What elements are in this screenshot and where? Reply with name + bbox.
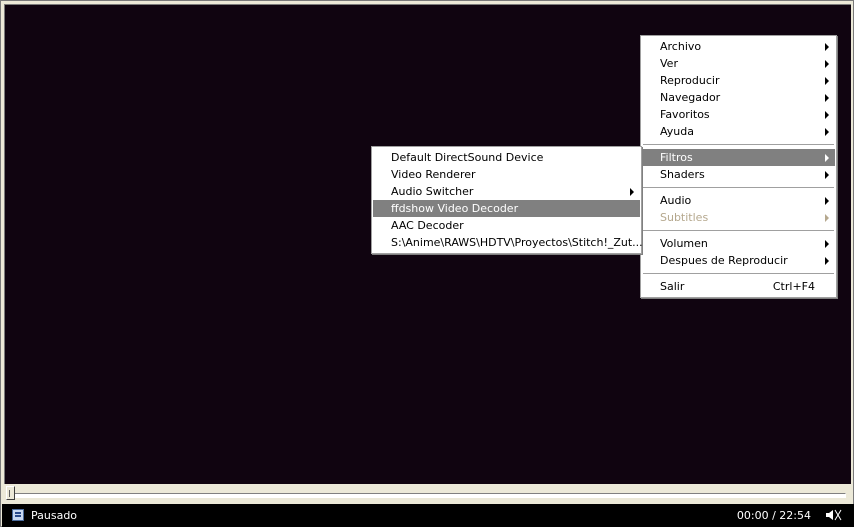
menu-item-label: Ayuda <box>660 125 694 138</box>
submenu-arrow-icon <box>825 257 829 265</box>
menu-item-archivo[interactable]: Archivo <box>642 38 835 55</box>
menu-item-reproducir[interactable]: Reproducir <box>642 72 835 89</box>
submenu-arrow-icon <box>825 197 829 205</box>
menu-item-salir[interactable]: Salir Ctrl+F4 <box>642 278 835 295</box>
menu-item-label: Filtros <box>660 151 693 164</box>
filter-item-aac-decoder[interactable]: AAC Decoder <box>373 217 640 234</box>
menu-item-label: Archivo <box>660 40 702 53</box>
submenu-arrow-icon <box>825 214 829 222</box>
menu-item-shaders[interactable]: Shaders <box>642 166 835 183</box>
menu-item-despues-de-reproducir[interactable]: Despues de Reproducir <box>642 252 835 269</box>
submenu-arrow-icon <box>825 154 829 162</box>
submenu-arrow-icon <box>825 77 829 85</box>
menu-item-label: Salir <box>660 280 685 293</box>
menu-item-volumen[interactable]: Volumen <box>642 235 835 252</box>
context-menu: Archivo Ver Reproducir Navegador Favoritos Ay… <box>640 35 837 298</box>
menu-item-label: Volumen <box>660 237 708 250</box>
menu-item-ayuda[interactable]: Ayuda <box>642 123 835 140</box>
menu-item-label: Audio Switcher <box>391 185 474 198</box>
menu-separator <box>642 269 835 278</box>
menu-item-filtros[interactable]: Filtros <box>642 149 835 166</box>
menu-item-label: Reproducir <box>660 74 720 87</box>
filters-submenu: Default DirectSound Device Video Renderer… <box>371 146 643 254</box>
speaker-icon[interactable] <box>824 508 842 522</box>
submenu-arrow-icon <box>825 171 829 179</box>
submenu-arrow-icon <box>630 188 634 196</box>
menu-item-label: Favoritos <box>660 108 710 121</box>
menu-separator <box>642 183 835 192</box>
submenu-arrow-icon <box>825 94 829 102</box>
seek-thumb[interactable] <box>6 486 15 500</box>
menu-item-label: Audio <box>660 194 692 207</box>
menu-item-navegador[interactable]: Navegador <box>642 89 835 106</box>
filter-item-audio-switcher[interactable]: Audio Switcher <box>373 183 640 200</box>
menu-item-label: Shaders <box>660 168 705 181</box>
filter-item-s-anime-raws-hdtv-proyectos-stitch-zut[interactable]: S:\Anime\RAWS\HDTV\Proyectos\Stitch!_Zut… <box>373 234 643 251</box>
menu-item-label: Video Renderer <box>391 168 476 181</box>
menu-item-label: ffdshow Video Decoder <box>391 202 519 215</box>
menu-item-label: Navegador <box>660 91 721 104</box>
submenu-arrow-icon <box>825 240 829 248</box>
seekbar[interactable] <box>4 485 850 503</box>
submenu-arrow-icon <box>825 128 829 136</box>
submenu-arrow-icon <box>825 60 829 68</box>
menu-item-favoritos[interactable]: Favoritos <box>642 106 835 123</box>
status-text: Pausado <box>31 509 78 522</box>
time-display: 00:00 / 22:54 <box>736 509 811 522</box>
submenu-arrow-icon <box>825 43 829 51</box>
filter-item-default-directsound-device[interactable]: Default DirectSound Device <box>373 149 640 166</box>
menu-item-subtitles[interactable]: Subtitles <box>642 209 835 226</box>
menu-item-audio[interactable]: Audio <box>642 192 835 209</box>
menu-separator <box>642 226 835 235</box>
submenu-arrow-icon <box>825 111 829 119</box>
player-status-icon <box>12 509 24 521</box>
seek-track[interactable] <box>8 493 846 498</box>
menu-item-label: Ver <box>660 57 678 70</box>
menu-item-shortcut: Ctrl+F4 <box>772 280 815 293</box>
filter-item-ffdshow-video-decoder[interactable]: ffdshow Video Decoder <box>373 200 640 217</box>
menu-item-label: Despues de Reproducir <box>660 254 788 267</box>
menu-item-label: Default DirectSound Device <box>391 151 544 164</box>
status-bar: Pausado 00:00 / 22:54 <box>2 504 854 527</box>
menu-item-label: AAC Decoder <box>391 219 464 232</box>
menu-item-label: S:\Anime\RAWS\HDTV\Proyectos\Stitch!_Zut… <box>391 236 643 249</box>
menu-separator <box>642 140 835 149</box>
filter-item-video-renderer[interactable]: Video Renderer <box>373 166 640 183</box>
menu-item-label: Subtitles <box>660 211 709 224</box>
menu-item-ver[interactable]: Ver <box>642 55 835 72</box>
